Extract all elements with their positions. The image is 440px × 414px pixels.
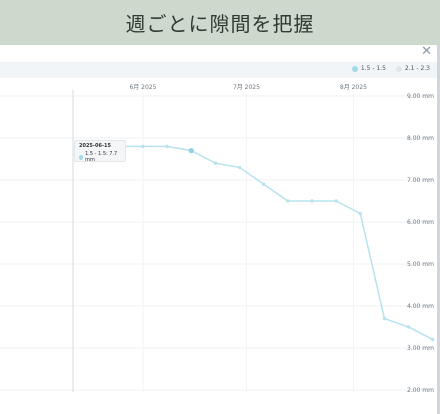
chart-tooltip: 2025-06-15 1.5 - 1.5: 7.7 mm [74, 140, 126, 163]
chart-grid [0, 94, 430, 392]
x-tick-label: 6月 2025 [129, 84, 156, 91]
data-point[interactable] [213, 161, 218, 165]
x-tick-label: 7月 2025 [233, 84, 260, 91]
data-point[interactable] [358, 211, 362, 216]
series-layer [117, 144, 435, 342]
x-tick-label: 8月 2025 [340, 84, 367, 91]
data-point[interactable] [286, 199, 290, 203]
data-point[interactable] [382, 316, 387, 321]
data-point[interactable] [406, 325, 411, 329]
y-tick-label: 3.00 mm [407, 345, 434, 352]
data-point[interactable] [262, 182, 266, 186]
y-tick-label: 9.00 mm [407, 93, 434, 100]
data-point[interactable] [141, 144, 145, 149]
tooltip-row: 1.5 - 1.5: 7.7 mm [79, 151, 121, 163]
data-point[interactable] [237, 165, 242, 170]
data-point[interactable] [188, 148, 194, 154]
y-tick-label: 6.00 mm [407, 219, 434, 226]
y-tick-label: 8.00 mm [407, 135, 434, 142]
data-point[interactable] [431, 337, 435, 342]
y-tick-label: 5.00 mm [407, 261, 434, 268]
y-axis-ticks: 9.00 mm 8.00 mm 7.00 mm 6.00 mm 5.00 mm 4.00 … [407, 93, 434, 394]
y-tick-label: 2.00 mm [407, 387, 434, 394]
y-tick-label: 7.00 mm [407, 177, 434, 184]
series-line [118, 145, 434, 341]
tooltip-swatch [79, 154, 84, 160]
data-point[interactable] [310, 199, 314, 203]
tooltip-value: 1.5 - 1.5: 7.7 mm [85, 151, 118, 163]
x-axis-ticks: 6月 20257月 20258月 20259月 2025 [129, 84, 367, 91]
data-point[interactable] [165, 144, 169, 149]
tooltip-date: 2025-06-15 [79, 143, 111, 149]
data-point[interactable] [334, 199, 338, 203]
y-tick-label: 4.00 mm [407, 303, 434, 310]
weekly-gap-chart[interactable]: 6月 20257月 20258月 20259月 2025 9.00 mm8.00… [0, 0, 440, 414]
